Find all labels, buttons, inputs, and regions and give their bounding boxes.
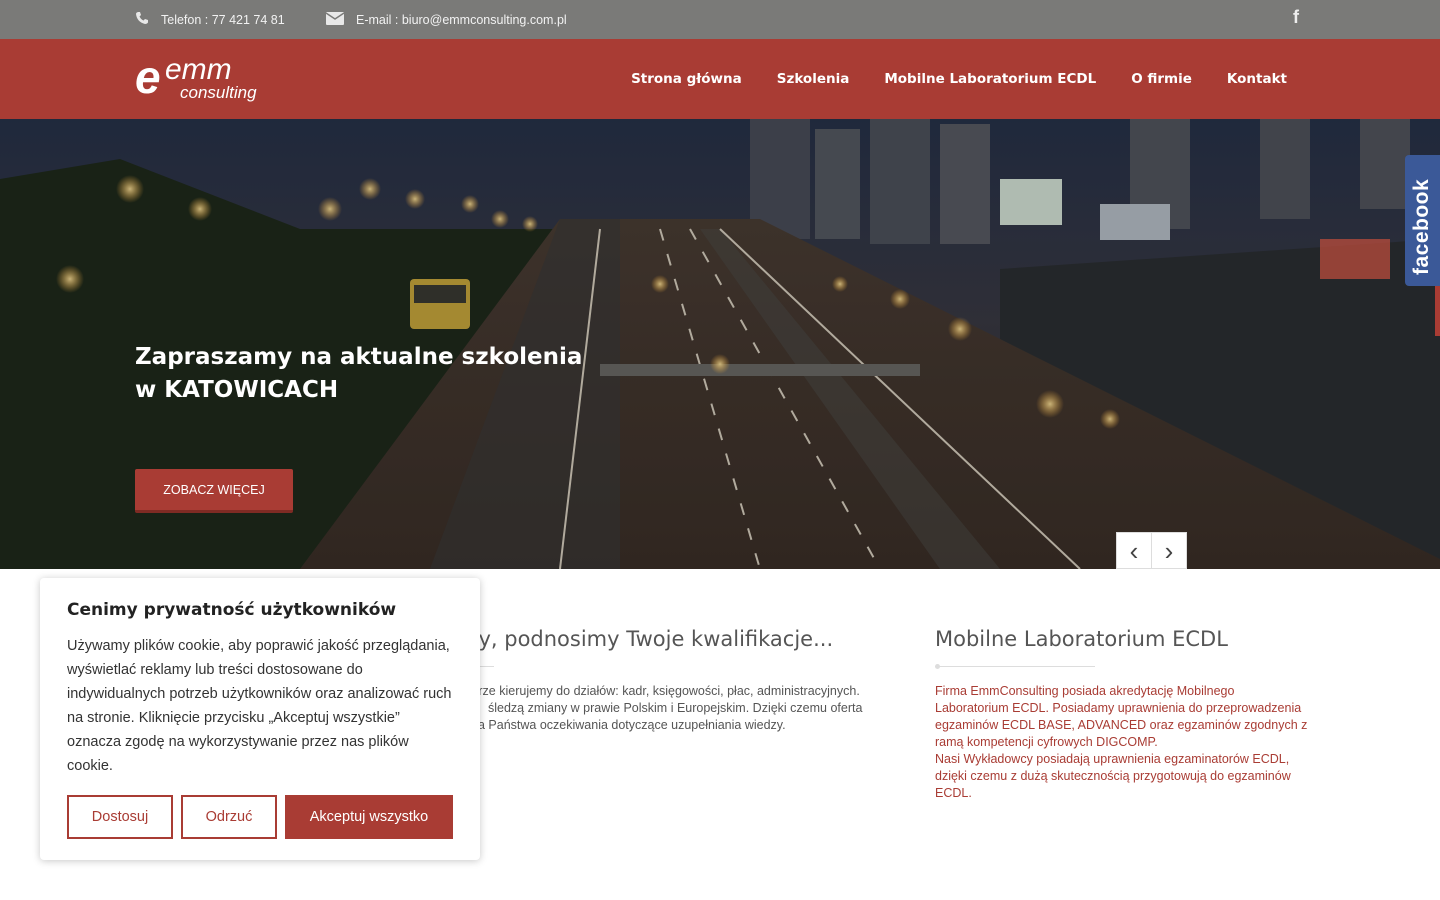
see-more-button[interactable]: ZOBACZ WIĘCEJ <box>135 469 293 513</box>
qualifications-line-2: śledzą zmiany w prawie Polskim i Europej… <box>488 701 863 715</box>
facebook-side-tab[interactable]: facebook <box>1405 155 1440 286</box>
qualifications-text: j mierze kierujemy do działów: kadr, ksi… <box>440 683 900 734</box>
nav-ecdl-lab[interactable]: Mobilne Laboratorium ECDL <box>884 71 1096 87</box>
nav-about[interactable]: O firmie <box>1131 71 1192 87</box>
logo-sub: consulting <box>180 83 257 102</box>
email-address: E-mail : biuro@emmconsulting.com.pl <box>356 12 567 27</box>
customize-button[interactable]: Dostosuj <box>67 795 173 839</box>
facebook-tab-label: facebook <box>1410 178 1433 275</box>
cookie-consent-dialog: Cenimy prywatność użytkowników Używamy p… <box>40 578 480 860</box>
phone-contact[interactable]: Telefon : 77 421 74 81 <box>135 0 285 39</box>
slider-prev-button[interactable]: ‹ <box>1116 532 1152 569</box>
qualifications-line-3: a Państwa oczekiwania dotyczące uzupełni… <box>478 718 786 732</box>
cookie-text: Używamy plików cookie, aby poprawić jako… <box>67 638 452 774</box>
hero-slider: Zapraszamy na aktualne szkolenia w KATOW… <box>0 119 1440 569</box>
nav-contact[interactable]: Kontakt <box>1227 71 1287 87</box>
chevron-left-icon: ‹ <box>1129 535 1139 566</box>
facebook-icon[interactable]: f <box>1293 7 1299 28</box>
chevron-right-icon: › <box>1164 535 1174 566</box>
logo-main: emm <box>165 53 232 86</box>
envelope-icon <box>325 11 345 28</box>
top-bar: Telefon : 77 421 74 81 E-mail : biuro@em… <box>0 0 1440 39</box>
side-accent-strip <box>1435 286 1440 336</box>
site-header: e emm consulting Strona główna Szkolenia… <box>0 39 1440 119</box>
cookie-title: Cenimy prywatność użytkowników <box>67 600 397 620</box>
hero-title: Zapraszamy na aktualne szkolenia w KATOW… <box>135 344 583 403</box>
accept-all-button[interactable]: Akceptuj wszystko <box>285 795 453 839</box>
qualifications-title: my, podnosimy Twoje kwalifikacje... <box>458 627 834 651</box>
phone-icon <box>135 11 149 28</box>
nav-home[interactable]: Strona główna <box>631 71 742 87</box>
ecdl-lab-underline <box>935 664 1095 669</box>
ecdl-lab-paragraph-2: Nasi Wykładowcy posiadają uprawnienia eg… <box>935 752 1291 800</box>
reject-button[interactable]: Odrzuć <box>181 795 277 839</box>
email-contact[interactable]: E-mail : biuro@emmconsulting.com.pl <box>325 0 567 39</box>
svg-text:e: e <box>135 53 161 103</box>
phone-number: Telefon : 77 421 74 81 <box>161 12 285 27</box>
ecdl-lab-title: Mobilne Laboratorium ECDL <box>935 627 1228 651</box>
main-nav: Strona główna Szkolenia Mobilne Laborato… <box>596 39 1287 119</box>
qualifications-line-1: j mierze kierujemy do działów: kadr, ksi… <box>452 684 860 698</box>
nav-trainings[interactable]: Szkolenia <box>777 71 850 87</box>
slider-next-button[interactable]: › <box>1151 532 1187 569</box>
ecdl-lab-paragraph-1: Firma EmmConsulting posiada akredytację … <box>935 684 1308 749</box>
ecdl-lab-text: Firma EmmConsulting posiada akredytację … <box>935 683 1310 802</box>
site-logo[interactable]: e emm consulting <box>135 51 275 103</box>
